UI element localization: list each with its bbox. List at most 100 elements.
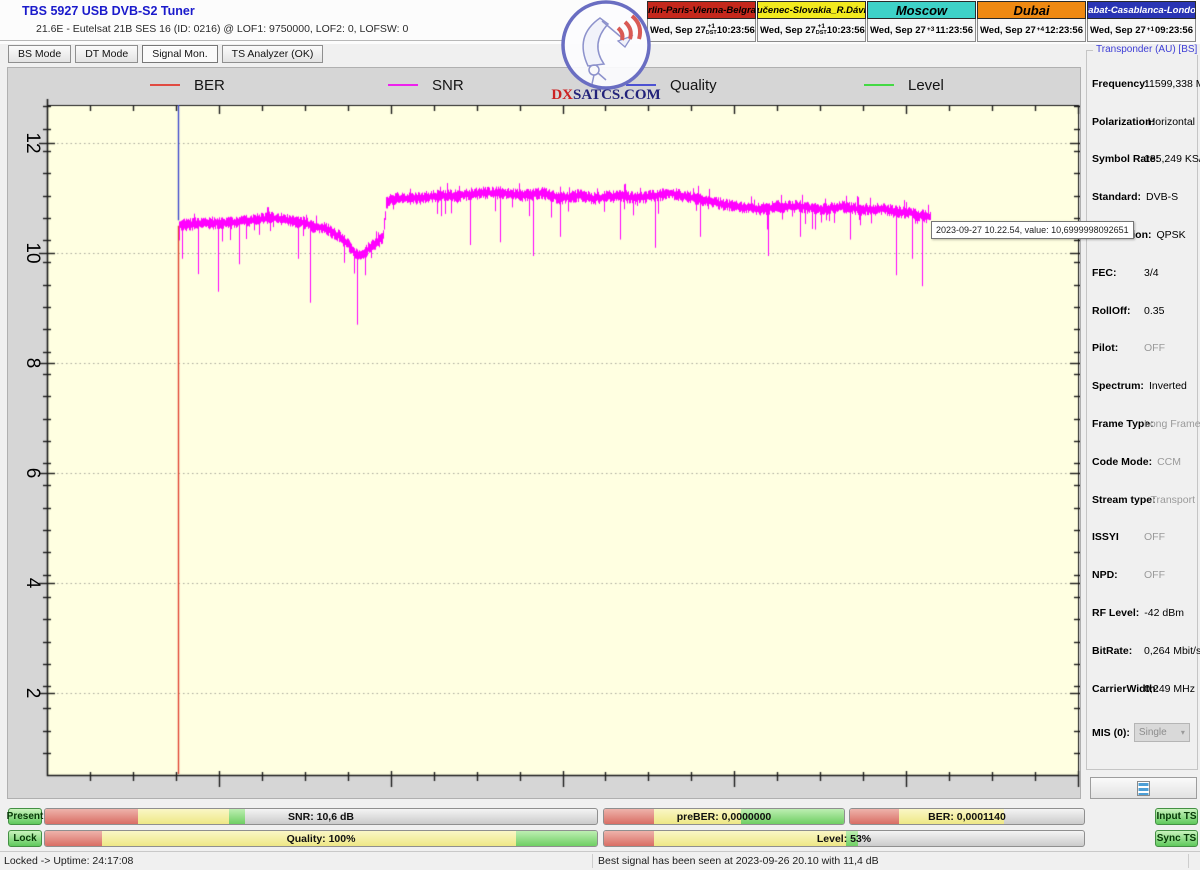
transponder-row-fec-: FEC: 3/4 — [1092, 254, 1195, 292]
tab-bs-mode[interactable]: BS Mode — [8, 45, 72, 63]
clock-time: Wed, Sep 27 +4 12:23:56 — [977, 19, 1086, 42]
tab-dt-mode[interactable]: DT Mode — [75, 45, 139, 63]
satellite-dish-icon: DXSATCS.COM — [551, 0, 661, 103]
ts-list-button[interactable] — [1090, 777, 1197, 799]
snr-bar-text: SNR: 10,6 dB — [288, 810, 354, 823]
clock-rabat-casablanca-london: Rabat-Casablanca-London Wed, Sep 27 +1 09:2… — [1087, 1, 1196, 42]
transponder-label: RollOff: — [1092, 304, 1131, 317]
status-bars-zone: Present SNR: 10,6 dB preBER: 0,0000000 B… — [0, 804, 1200, 851]
legend-item-ber: BER — [150, 77, 225, 94]
signal-chart-panel: BER SNR Quality Level 2 4 6 8 10 12 — [8, 68, 1080, 798]
transponder-label: Pilot: — [1092, 342, 1119, 355]
header-divider — [0, 40, 562, 41]
statusbar-separator — [592, 854, 593, 868]
legend-label: Level — [908, 76, 944, 94]
transponder-value: Inverted — [1148, 380, 1187, 393]
transponder-value: QPSK — [1156, 229, 1186, 242]
transponder-label: Stream type: — [1092, 493, 1156, 506]
transponder-row-issyi: ISSYI OFF — [1092, 519, 1195, 557]
transponder-row-carrierwidth-: CarrierWidth: 0,249 MHz — [1092, 670, 1195, 708]
transponder-row-stream-type-: Stream type: Transport — [1092, 481, 1195, 519]
tab-ts-analyzer-ok-[interactable]: TS Analyzer (OK) — [221, 45, 324, 63]
clock-city-label: Dubai — [977, 1, 1086, 19]
transponder-label: BitRate: — [1092, 644, 1133, 657]
mis-value: Single — [1138, 727, 1167, 738]
ber-bar-text: BER: 0,0001140 — [928, 810, 1006, 823]
transponder-value: OFF — [1144, 531, 1165, 544]
transponder-header: Transponder (AU) [BS] — [1093, 44, 1200, 55]
chart-legend: BER SNR Quality Level — [8, 72, 1080, 98]
transponder-row-code-mode-: Code Mode: CCM — [1092, 443, 1195, 481]
transponder-label: Spectrum: — [1092, 380, 1144, 393]
legend-line-icon — [864, 84, 894, 86]
logo-text-dx: DX — [551, 87, 573, 103]
transponder-row-bitrate-: BitRate: 0,264 Mbit/s — [1092, 632, 1200, 670]
y-axis-label-6: 6 — [22, 467, 43, 479]
mis-row: MIS (0): Single ▾ — [1092, 723, 1193, 742]
clock-city-label: Moscow — [867, 1, 976, 19]
transponder-row-symbol-rate-: Symbol Rate:185,249 KS/s — [1092, 141, 1200, 179]
transponder-value: 0.35 — [1144, 304, 1165, 317]
input-ts-button[interactable]: Input TS — [1155, 808, 1198, 825]
transponder-row-pilot-: Pilot: OFF — [1092, 330, 1195, 368]
present-button[interactable]: Present — [7, 808, 43, 825]
mis-label: MIS (0): — [1092, 726, 1130, 739]
statusbar-separator — [1188, 854, 1189, 868]
transponder-label: Polarization: — [1092, 115, 1156, 128]
clock-city-label: Rabat-Casablanca-London — [1087, 1, 1196, 19]
snr-bar: SNR: 10,6 dB — [44, 808, 598, 825]
transponder-row-frame-type-: Frame Type: Long Frame — [1092, 405, 1200, 443]
transponder-row-spectrum-: Spectrum: Inverted — [1092, 367, 1195, 405]
y-axis-label-8: 8 — [22, 357, 43, 369]
transponder-rows: Frequency:11599,338 MHzPolarization:Hori… — [1092, 65, 1200, 708]
transponder-label: RF Level: — [1092, 607, 1140, 620]
status-bar: Locked -> Uptime: 24:17:08 Best signal h… — [0, 851, 1200, 870]
svg-text:DXSATCS.COM: DXSATCS.COM — [551, 87, 660, 103]
app-title: TBS 5927 USB DVB-S2 Tuner — [22, 4, 195, 18]
preber-bar-text: preBER: 0,0000000 — [676, 810, 772, 823]
transponder-row-frequency-: Frequency:11599,338 MHz — [1092, 65, 1200, 103]
transponder-value: 11599,338 MHz — [1144, 77, 1200, 90]
transponder-value: 3/4 — [1144, 266, 1159, 279]
chevron-down-icon: ▾ — [1180, 728, 1185, 737]
transponder-value: CCM — [1157, 455, 1181, 468]
legend-label: SNR — [432, 76, 464, 94]
transponder-label: Frequency: — [1092, 77, 1149, 90]
best-signal-status: Best signal has been seen at 2023-09-26 … — [598, 855, 879, 867]
legend-item-snr: SNR — [388, 77, 464, 94]
transponder-label: Standard: — [1092, 191, 1142, 204]
transponder-value: 185,249 KS/s — [1144, 153, 1200, 166]
level-bar-text: Level: 53% — [816, 832, 872, 845]
legend-line-icon — [150, 84, 180, 86]
tab-signal-mon-[interactable]: Signal Mon. — [142, 45, 218, 63]
transponder-label: CarrierWidth: — [1092, 682, 1159, 695]
sync-ts-button[interactable]: Sync TS — [1155, 830, 1198, 847]
transponder-label: Symbol Rate: — [1092, 153, 1160, 166]
quality-bar-text: Quality: 100% — [286, 832, 356, 845]
signal-monitor-chart[interactable] — [8, 68, 1080, 798]
clock-time: Wed, Sep 27 +1 09:23:56 — [1087, 19, 1196, 42]
y-axis-label-10: 10 — [22, 242, 43, 264]
legend-label: BER — [194, 76, 225, 94]
transponder-value: OFF — [1144, 342, 1165, 355]
clock-time: Wed, Sep 27 +1 DST 10:23:56 — [757, 19, 866, 42]
legend-label: Quality — [670, 76, 717, 94]
tabs-holder: BS Mode DT Mode Signal Mon. TS Analyzer (OK… — [8, 44, 327, 63]
mis-dropdown[interactable]: Single ▾ — [1133, 723, 1190, 742]
y-axis-label-2: 2 — [22, 687, 43, 698]
tuner-window: TBS 5927 USB DVB-S2 Tuner 21.6E - Eutels… — [0, 0, 1200, 870]
legend-item-level: Level — [864, 77, 944, 94]
transponder-value: 0,249 MHz — [1144, 682, 1195, 695]
chart-tooltip: 2023-09-27 10.22.54, value: 10,699999809… — [931, 221, 1134, 239]
transponder-value: OFF — [1144, 569, 1165, 582]
clock-time: Wed, Sep 27 +3 11:23:56 — [867, 19, 976, 42]
transponder-value: 0,264 Mbit/s — [1144, 644, 1200, 657]
lock-button[interactable]: Lock — [8, 830, 42, 847]
transponder-row-rolloff-: RollOff: 0.35 — [1092, 292, 1195, 330]
lock-uptime-status: Locked -> Uptime: 24:17:08 — [4, 855, 134, 867]
dxsatcs-logo: DXSATCS.COM — [548, 0, 664, 103]
satellite-subtitle: 21.6E - Eutelsat 21B SES 16 (ID: 0216) @… — [36, 23, 409, 35]
y-axis-label-12: 12 — [22, 132, 43, 154]
y-axis-label-4: 4 — [22, 577, 43, 589]
logo-text-rest: SATCS.COM — [573, 87, 661, 103]
